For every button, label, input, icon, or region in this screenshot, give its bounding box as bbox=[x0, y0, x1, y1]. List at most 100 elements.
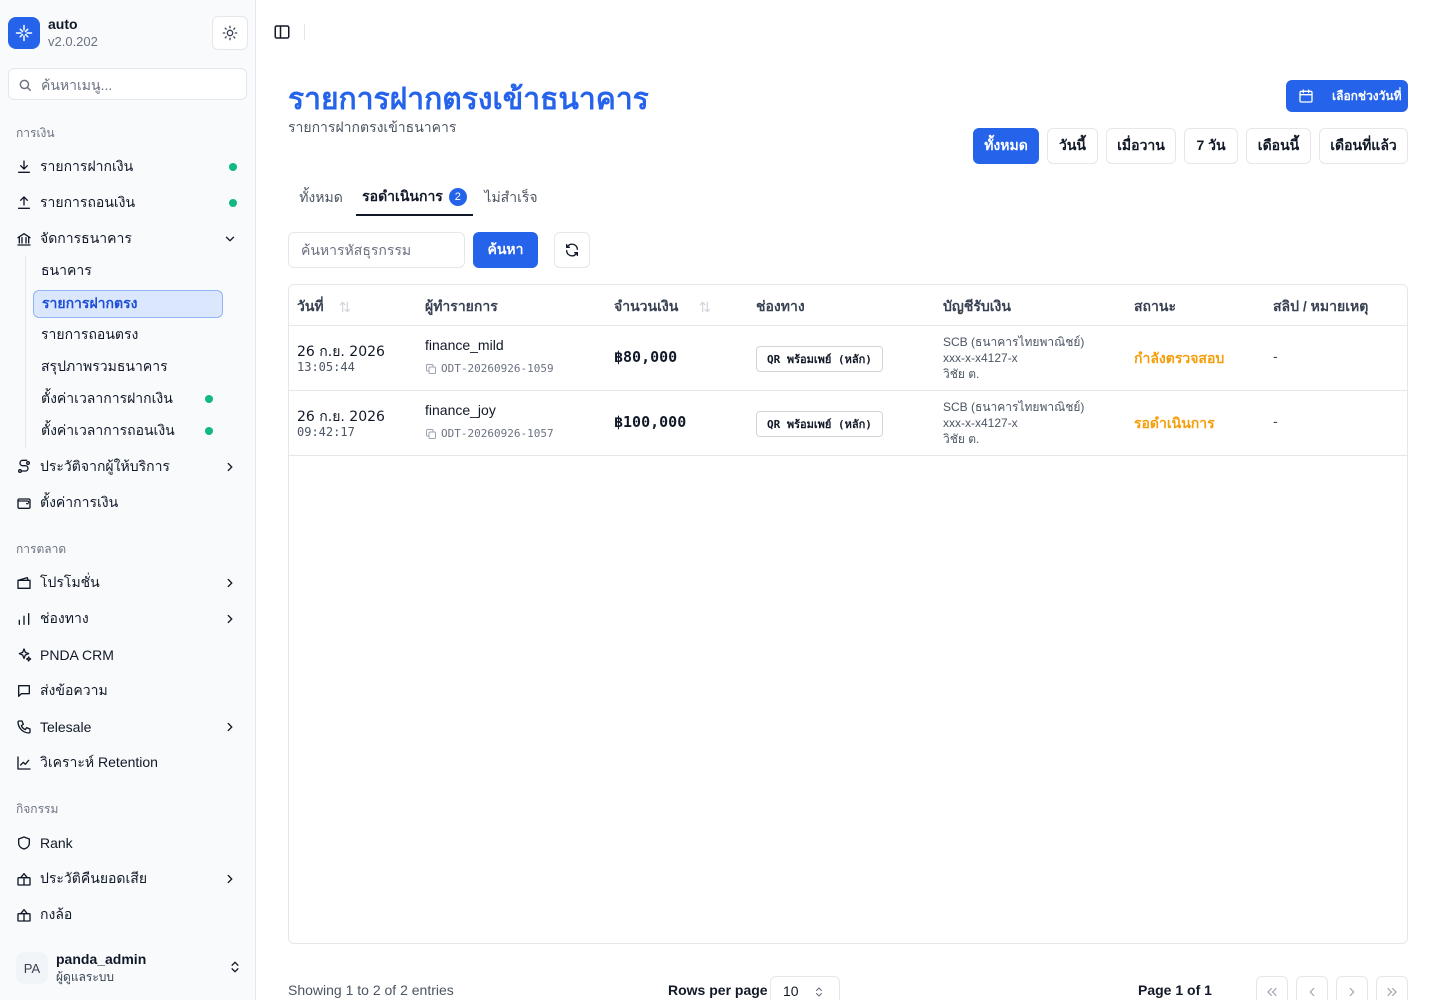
page-indicator: Page 1 of 1 bbox=[1138, 982, 1212, 998]
nav-item-withdraw[interactable]: รายการถอนเงิน bbox=[8, 187, 246, 219]
section-label-marketing: การตลาด bbox=[16, 542, 67, 556]
nav-item-channel[interactable]: ช่องทาง bbox=[8, 603, 246, 635]
date-range-button[interactable]: เลือกช่วงวันที่ bbox=[1286, 80, 1408, 112]
nav-item-provider-history[interactable]: ประวัติจากผู้ให้บริการ bbox=[8, 451, 246, 483]
sparkles-icon bbox=[16, 647, 32, 663]
quick-filter-yesterday[interactable]: เมื่อวาน bbox=[1106, 128, 1176, 164]
chevrons-left-icon bbox=[1267, 987, 1277, 997]
quick-filter-this-month[interactable]: เดือนนี้ bbox=[1246, 128, 1311, 164]
nav-item-bank-manage[interactable]: จัดการธนาคาร bbox=[8, 223, 246, 255]
sidebar-toggle-button[interactable] bbox=[272, 22, 292, 42]
cell-note: - bbox=[1273, 348, 1278, 364]
sub-item-deposit-time[interactable]: ตั้งค่าเวลาการฝากเงิน bbox=[33, 385, 223, 413]
column-header-date[interactable]: วันที่ bbox=[297, 296, 352, 318]
sub-item-bank-summary[interactable]: สรุปภาพรวมธนาคาร bbox=[33, 353, 223, 381]
calendar-icon bbox=[1299, 89, 1313, 103]
quick-filter-last-month[interactable]: เดือนที่แล้ว bbox=[1319, 128, 1408, 164]
nav-item-message[interactable]: ส่งข้อความ bbox=[8, 675, 246, 707]
rows-per-page-select[interactable]: 10 bbox=[770, 976, 840, 1000]
download-icon bbox=[16, 159, 32, 175]
account-name: วิชัย ต. bbox=[943, 432, 980, 446]
cell-time: 13:05:44 bbox=[297, 360, 355, 374]
cell-reference[interactable]: ODT-20260926-1057 bbox=[425, 427, 554, 440]
theme-toggle-button[interactable] bbox=[212, 16, 248, 50]
nav-item-cashback[interactable]: ประวัติคืนยอดเสีย bbox=[8, 863, 246, 895]
chevron-right-icon bbox=[1349, 987, 1355, 997]
column-header-user: ผู้ทำรายการ bbox=[425, 298, 498, 314]
nav-item-label: PNDA CRM bbox=[40, 647, 114, 663]
nav-item-promotion[interactable]: โปรโมชั่น bbox=[8, 567, 246, 599]
sub-item-label: ตั้งค่าเวลาการฝากเงิน bbox=[41, 390, 173, 406]
sub-item-direct-withdraw[interactable]: รายการถอนตรง bbox=[33, 321, 223, 349]
nav-item-retention[interactable]: วิเคราะห์ Retention bbox=[8, 747, 246, 779]
cell-reference[interactable]: ODT-20260926-1059 bbox=[425, 362, 554, 375]
subnav-line bbox=[25, 256, 26, 448]
nav-item-rank[interactable]: Rank bbox=[8, 827, 246, 859]
tab-failed[interactable]: ไม่สำเร็จ bbox=[481, 180, 541, 216]
nav-item-telesale[interactable]: Telesale bbox=[8, 711, 246, 743]
table-row[interactable]: 26 ก.ย. 2026 09:42:17 finance_joy ODT-20… bbox=[289, 391, 1407, 456]
sub-item-label: รายการฝากตรง bbox=[42, 295, 138, 311]
nav-item-label: ช่องทาง bbox=[40, 610, 89, 626]
refresh-button[interactable] bbox=[554, 232, 590, 268]
quick-filter-today[interactable]: วันนี้ bbox=[1047, 128, 1098, 164]
account-number: xxx-x-x4127-x bbox=[943, 351, 1018, 365]
column-header-channel: ช่องทาง bbox=[756, 298, 805, 314]
line-chart-icon bbox=[16, 755, 32, 771]
nav-item-label: โปรโมชั่น bbox=[40, 574, 100, 590]
nav-item-label: Rank bbox=[40, 835, 73, 851]
wallet-icon bbox=[16, 495, 32, 511]
page-subtitle: รายการฝากตรงเข้าธนาคาร bbox=[288, 119, 457, 135]
nav-item-deposit[interactable]: รายการฝากเงิน bbox=[8, 151, 246, 183]
section-label-activity: กิจกรรม bbox=[16, 802, 59, 816]
phone-icon bbox=[16, 719, 32, 735]
date-range-label: เลือกช่วงวันที่ bbox=[1332, 88, 1402, 103]
status-badge: รอดำเนินการ bbox=[1134, 415, 1215, 431]
nav-item-label: ประวัติคืนยอดเสีย bbox=[40, 870, 148, 886]
chevron-right-icon bbox=[222, 575, 238, 591]
last-page-button[interactable] bbox=[1376, 976, 1408, 1000]
nav-item-crm[interactable]: PNDA CRM bbox=[8, 639, 246, 671]
chevrons-right-icon bbox=[1387, 987, 1397, 997]
cell-amount: ฿80,000 bbox=[614, 348, 678, 366]
cell-user: finance_mild bbox=[425, 337, 504, 353]
previous-page-button[interactable] bbox=[1296, 976, 1328, 1000]
chevron-right-icon bbox=[222, 459, 238, 475]
gift-icon bbox=[16, 907, 32, 923]
menu-search-input[interactable] bbox=[41, 75, 237, 95]
quick-filter-all[interactable]: ทั้งหมด bbox=[973, 128, 1039, 164]
channel-badge: QR พร้อมเพย์ (หลัก) bbox=[756, 411, 883, 437]
sub-item-bank[interactable]: ธนาคาร bbox=[33, 257, 223, 285]
chevron-right-icon bbox=[222, 871, 238, 887]
column-header-status: สถานะ bbox=[1134, 298, 1176, 314]
user-name: panda_admin bbox=[56, 951, 147, 967]
transaction-search-input[interactable] bbox=[288, 232, 465, 268]
tab-all[interactable]: ทั้งหมด bbox=[292, 180, 350, 216]
next-page-button[interactable] bbox=[1336, 976, 1368, 1000]
user-menu[interactable]: PA panda_admin ผู้ดูแลระบบ bbox=[8, 944, 248, 990]
avatar: PA bbox=[16, 952, 48, 984]
gift-icon bbox=[16, 871, 32, 887]
nav-item-label: กงล้อ bbox=[40, 906, 73, 922]
column-header-amount[interactable]: จำนวนเงิน bbox=[614, 296, 712, 318]
sub-item-direct-deposit[interactable]: รายการฝากตรง bbox=[33, 290, 223, 318]
chevron-left-icon bbox=[1309, 987, 1315, 997]
tab-pending[interactable]: รอดำเนินการ 2 bbox=[356, 180, 473, 216]
cell-amount: ฿100,000 bbox=[614, 413, 687, 431]
sidebar: auto v2.0.202 การเงิน รายการฝากเงิน รายก… bbox=[0, 0, 256, 1000]
bar-chart-icon bbox=[16, 611, 32, 627]
account-number: xxx-x-x4127-x bbox=[943, 416, 1018, 430]
table-row[interactable]: 26 ก.ย. 2026 13:05:44 finance_mild ODT-2… bbox=[289, 326, 1407, 391]
search-button[interactable]: ค้นหา bbox=[473, 232, 538, 268]
quick-filter-7days[interactable]: 7 วัน bbox=[1184, 128, 1238, 164]
nav-item-finance-settings[interactable]: ตั้งค่าการเงิน bbox=[8, 487, 246, 519]
nav-item-label: ส่งข้อความ bbox=[40, 682, 108, 698]
menu-search bbox=[8, 68, 247, 100]
sub-item-label: สรุปภาพรวมธนาคาร bbox=[41, 358, 168, 374]
sub-item-withdraw-time[interactable]: ตั้งค่าเวลาการถอนเงิน bbox=[33, 417, 223, 445]
first-page-button[interactable] bbox=[1256, 976, 1288, 1000]
nav-item-wheel[interactable]: กงล้อ bbox=[8, 899, 246, 931]
transactions-table: วันที่ ผู้ทำรายการ จำนวนเงิน ช่องทาง บัญ… bbox=[288, 284, 1408, 944]
message-icon bbox=[16, 683, 32, 699]
brand: auto v2.0.202 bbox=[8, 16, 248, 50]
